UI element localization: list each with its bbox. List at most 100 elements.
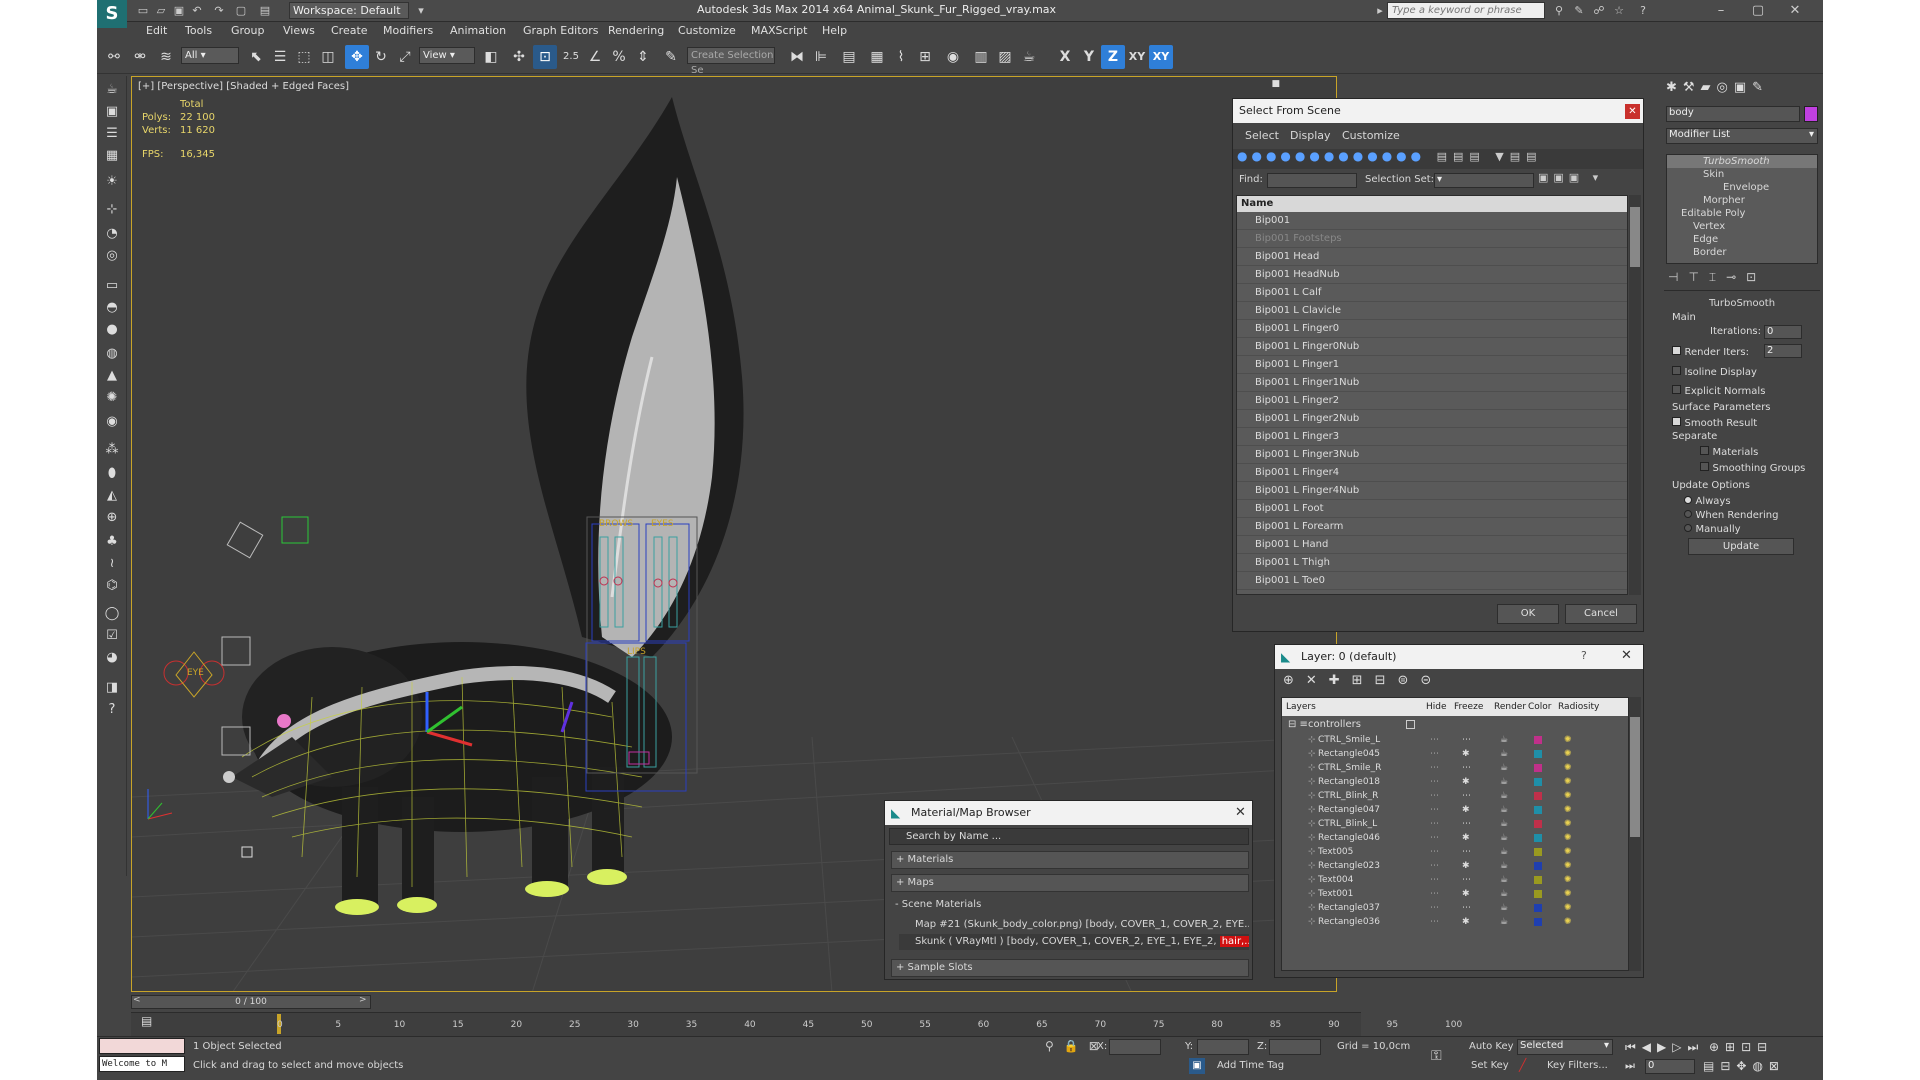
stack-border[interactable]: Border (1667, 246, 1817, 259)
layer-color-swatch[interactable] (1534, 820, 1542, 828)
new-file-icon[interactable]: ▭ (135, 3, 151, 18)
z-coord-field[interactable] (1269, 1039, 1321, 1055)
render-setup-icon[interactable]: ▥ (969, 45, 993, 69)
binoculars-icon[interactable]: ⚲ (1551, 3, 1567, 18)
stack-envelope[interactable]: Envelope (1667, 181, 1817, 194)
time-next-icon[interactable]: > (359, 995, 367, 1005)
ok-button[interactable]: OK (1497, 604, 1559, 624)
material-item[interactable]: Skunk ( VRayMtl ) [body, COVER_1, COVER_… (899, 934, 1249, 950)
object-row[interactable]: Bip001 Footsteps (1237, 230, 1627, 248)
render-toggle-icon[interactable]: ☕ (1500, 733, 1508, 747)
hemisphere-icon[interactable]: ◓ (101, 298, 123, 318)
layer-row[interactable]: ⊹ CTRL_Smile_R ⋯ ⋯ ☕ ✺ (1282, 761, 1628, 775)
object-row[interactable]: Bip001 L Finger3Nub (1237, 446, 1627, 464)
panel-icon[interactable]: ◨ (101, 678, 123, 698)
stack-skin[interactable]: Skin (1667, 168, 1817, 181)
hide-toggle-icon[interactable]: ⋯ (1430, 747, 1439, 761)
current-frame-field[interactable]: 0 (1645, 1059, 1695, 1074)
hide-toggle-icon[interactable]: ⋯ (1430, 733, 1439, 747)
key-filters-button[interactable]: Key Filters... (1547, 1060, 1608, 1071)
section-materials[interactable]: + Materials (891, 851, 1249, 869)
object-row[interactable]: Bip001 L Finger0Nub (1237, 338, 1627, 356)
object-row[interactable]: Bip001 HeadNub (1237, 266, 1627, 284)
axis-z-icon[interactable]: Z (1101, 45, 1125, 69)
object-row[interactable]: Bip001 L Forearm (1237, 518, 1627, 536)
light-icon[interactable]: ☀ (101, 172, 123, 192)
freeze-toggle-icon[interactable]: ⋯ (1462, 789, 1471, 803)
layer-color-swatch[interactable] (1534, 848, 1542, 856)
hide-toggle-icon[interactable]: ⋯ (1430, 789, 1439, 803)
sphere2-icon[interactable]: ◯ (101, 604, 123, 624)
window-crossing-icon[interactable]: ◫ (316, 45, 340, 69)
align-icon[interactable]: ⊫ (809, 45, 833, 69)
layer-scrollbar[interactable] (1629, 697, 1641, 971)
stack-editable-poly[interactable]: Editable Poly (1667, 207, 1817, 220)
object-row[interactable]: Bip001 L Clavicle (1237, 302, 1627, 320)
stack-turbosmooth[interactable]: TurboSmooth (1667, 155, 1817, 168)
layer-row[interactable]: ⊹ CTRL_Blink_R ⋯ ⋯ ☕ ✺ (1282, 789, 1628, 803)
time-prev-icon[interactable]: < (133, 995, 141, 1005)
manually-row[interactable]: Manually (1684, 522, 1741, 535)
edit-named-sel-icon[interactable]: ✎ (659, 45, 683, 69)
percent-snap-icon[interactable]: % (607, 45, 631, 69)
object-row[interactable]: Bip001 L Finger0 (1237, 320, 1627, 338)
angle-snap-icon[interactable]: ∠ (583, 45, 607, 69)
menu-modifiers[interactable]: Modifiers (383, 24, 433, 37)
layer-color-swatch[interactable] (1534, 736, 1542, 744)
selset-tool-icons[interactable]: ▣▣▣ ▾ (1538, 171, 1603, 184)
radiosity-toggle-icon[interactable]: ✺ (1564, 761, 1572, 775)
modifier-list-dropdown[interactable]: Modifier List ▾ (1666, 128, 1818, 144)
redo-icon[interactable]: ↷ (211, 3, 227, 18)
axis-xy-icon[interactable]: XY (1125, 45, 1149, 69)
update-button[interactable]: Update (1688, 538, 1794, 555)
key-icon[interactable]: ⚿ (1431, 1048, 1442, 1064)
axis-x-icon[interactable]: X (1053, 45, 1077, 69)
col-radiosity[interactable]: Radiosity (1558, 702, 1599, 712)
image-icon[interactable]: ▣ (101, 102, 123, 122)
section-scene-materials[interactable]: - Scene Materials (891, 897, 1249, 915)
layer-row[interactable]: ⊹ Text001 ⋯ ✱ ☕ ✺ (1282, 887, 1628, 901)
hide-toggle-icon[interactable]: ⋯ (1430, 817, 1439, 831)
list-view-icons[interactable]: ▤▤▤ ▼▤▤ (1437, 150, 1543, 163)
auto-key-button[interactable]: Auto Key (1469, 1041, 1514, 1052)
project-folder-icon[interactable]: ▤ (257, 3, 273, 18)
workspace-dropdown[interactable]: Workspace: Default ▾ (289, 2, 409, 32)
helper-icon[interactable]: ◭ (101, 486, 123, 506)
freeze-toggle-icon[interactable]: ✱ (1462, 775, 1470, 789)
freeze-toggle-icon[interactable]: ⋯ (1462, 817, 1471, 831)
render-toggle-icon[interactable]: ☕ (1500, 775, 1508, 789)
question-icon[interactable]: ? (101, 700, 123, 720)
radiosity-toggle-icon[interactable]: ✺ (1564, 747, 1572, 761)
max-logo-icon[interactable]: S (97, 0, 127, 28)
check-icon[interactable]: ☑ (101, 626, 123, 646)
favorites-star-icon[interactable]: ☆ (1611, 3, 1627, 18)
object-row[interactable]: Bip001 L Finger1Nub (1237, 374, 1627, 392)
hide-toggle-icon[interactable]: ⋯ (1430, 873, 1439, 887)
layer-row[interactable]: ⊹ Text004 ⋯ ⋯ ☕ ✺ (1282, 873, 1628, 887)
map-item[interactable]: Map #21 (Skunk_body_color.png) [body, CO… (899, 917, 1249, 933)
expand-icon[interactable]: ⊟ ≡ (1288, 716, 1308, 733)
snap-toggle-icon[interactable]: 2.5 (559, 45, 583, 69)
mirror-icon[interactable]: ⧓ (785, 45, 809, 69)
render-frame-icon[interactable]: ▨ (993, 45, 1017, 69)
cone-icon[interactable]: ▲ (101, 366, 123, 386)
material-search-input[interactable]: Search by Name ... (889, 828, 1249, 845)
object-row[interactable]: Bip001 (1237, 212, 1627, 230)
cancel-button[interactable]: Cancel (1565, 604, 1637, 624)
material-sphere-icon[interactable]: ◕ (101, 648, 123, 668)
layer-color-swatch[interactable] (1534, 778, 1542, 786)
object-row[interactable]: Bip001 L Calf (1237, 284, 1627, 302)
col-freeze[interactable]: Freeze (1454, 702, 1483, 712)
isoline-row[interactable]: Isoline Display (1672, 365, 1757, 378)
y-coord-field[interactable] (1197, 1039, 1249, 1055)
hide-toggle-icon[interactable]: ⋯ (1430, 761, 1439, 775)
axis-y-icon[interactable]: Y (1077, 45, 1101, 69)
key-mode-dropdown[interactable]: Selected ▾ (1517, 1039, 1613, 1055)
layer-row[interactable]: ⊹ Rectangle046 ⋯ ✱ ☕ ✺ (1282, 831, 1628, 845)
set-key-button[interactable]: Set Key (1471, 1060, 1509, 1071)
isoline-checkbox[interactable] (1672, 366, 1681, 375)
col-layers[interactable]: Layers (1286, 702, 1316, 712)
freeze-toggle-icon[interactable]: ⋯ (1462, 761, 1471, 775)
add-time-tag[interactable]: Add Time Tag (1217, 1060, 1284, 1071)
object-row[interactable]: Bip001 Head (1237, 248, 1627, 266)
